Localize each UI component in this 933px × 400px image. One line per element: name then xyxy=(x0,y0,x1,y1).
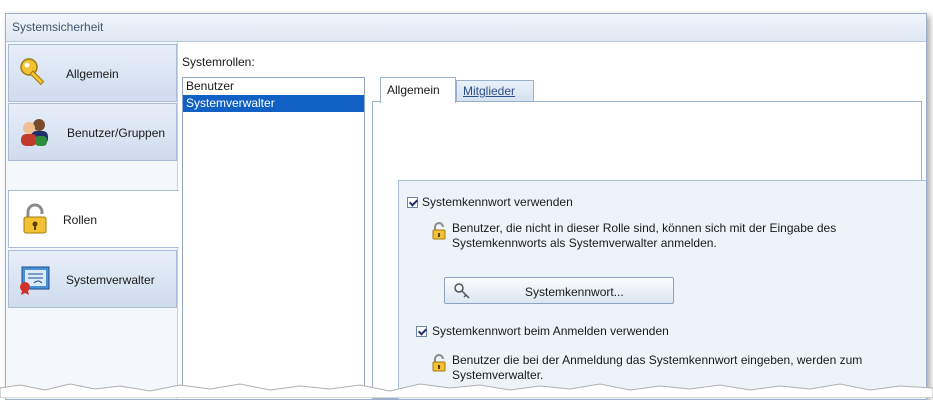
padlock-icon xyxy=(432,222,446,240)
use-password-label: Systemkennwort verwenden xyxy=(422,195,573,209)
title-bar: Systemsicherheit xyxy=(6,14,926,42)
nav-item-rollen[interactable]: Rollen xyxy=(8,190,179,248)
certificate-icon xyxy=(20,266,50,295)
nav-item-systemverwalter[interactable]: Systemverwalter xyxy=(8,250,177,308)
roles-label: Systemrollen: xyxy=(182,55,255,69)
nav-item-label: Allgemein xyxy=(66,67,119,81)
nav-item-label: Rollen xyxy=(63,213,98,227)
nav-item-allgemein[interactable]: Allgemein xyxy=(8,44,177,102)
use-password-info-line-1: Benutzer, die nicht in dieser Rolle sind… xyxy=(452,221,837,235)
nav-item-label: Systemverwalter xyxy=(66,273,155,287)
tab-panel-allgemein: Systemkennwort verwenden Benutzer, die n… xyxy=(372,101,926,399)
tab-label: Allgemein xyxy=(387,83,440,97)
password-settings-group: Systemkennwort verwenden Benutzer, die n… xyxy=(398,180,926,399)
roles-listbox[interactable]: Benutzer Systemverwalter xyxy=(182,77,365,397)
use-on-login-label: Systemkennwort beim Anmelden verwenden xyxy=(432,324,669,338)
list-item[interactable]: Benutzer xyxy=(183,78,364,95)
use-password-checkbox[interactable] xyxy=(407,197,418,208)
tab-mitglieder[interactable]: Mitglieder xyxy=(456,80,534,101)
system-password-button-label: Systemkennwort... xyxy=(525,285,624,299)
nav-item-benutzer-gruppen[interactable]: Benutzer/Gruppen xyxy=(8,103,177,161)
use-on-login-checkbox[interactable] xyxy=(416,326,427,337)
padlock-icon xyxy=(432,354,446,372)
system-password-button[interactable]: Systemkennwort... xyxy=(444,277,674,304)
tab-label: Mitglieder xyxy=(463,84,516,98)
users-icon xyxy=(21,119,48,146)
nav-item-label: Benutzer/Gruppen xyxy=(67,126,166,140)
role-details: Allgemein Mitglieder Systemkennwort verw… xyxy=(372,77,926,399)
padlock-icon xyxy=(23,203,47,234)
window-title: Systemsicherheit xyxy=(12,20,104,34)
torn-edge xyxy=(0,383,933,398)
use-on-login-info-line-1: Benutzer die bei der Anmeldung das Syste… xyxy=(452,353,863,367)
list-item[interactable]: Systemverwalter xyxy=(183,95,364,112)
navigation-pane: Allgemein Benutzer/Gruppen Rollen System… xyxy=(6,42,179,399)
system-security-window: Systemsicherheit Allgemein Benutzer/Grup… xyxy=(5,13,927,400)
tab-allgemein[interactable]: Allgemein xyxy=(380,77,456,103)
key-icon xyxy=(20,58,45,86)
use-password-info-line-2: Systemkennworts als Systemverwalter anme… xyxy=(452,236,717,250)
key-icon xyxy=(454,283,470,299)
